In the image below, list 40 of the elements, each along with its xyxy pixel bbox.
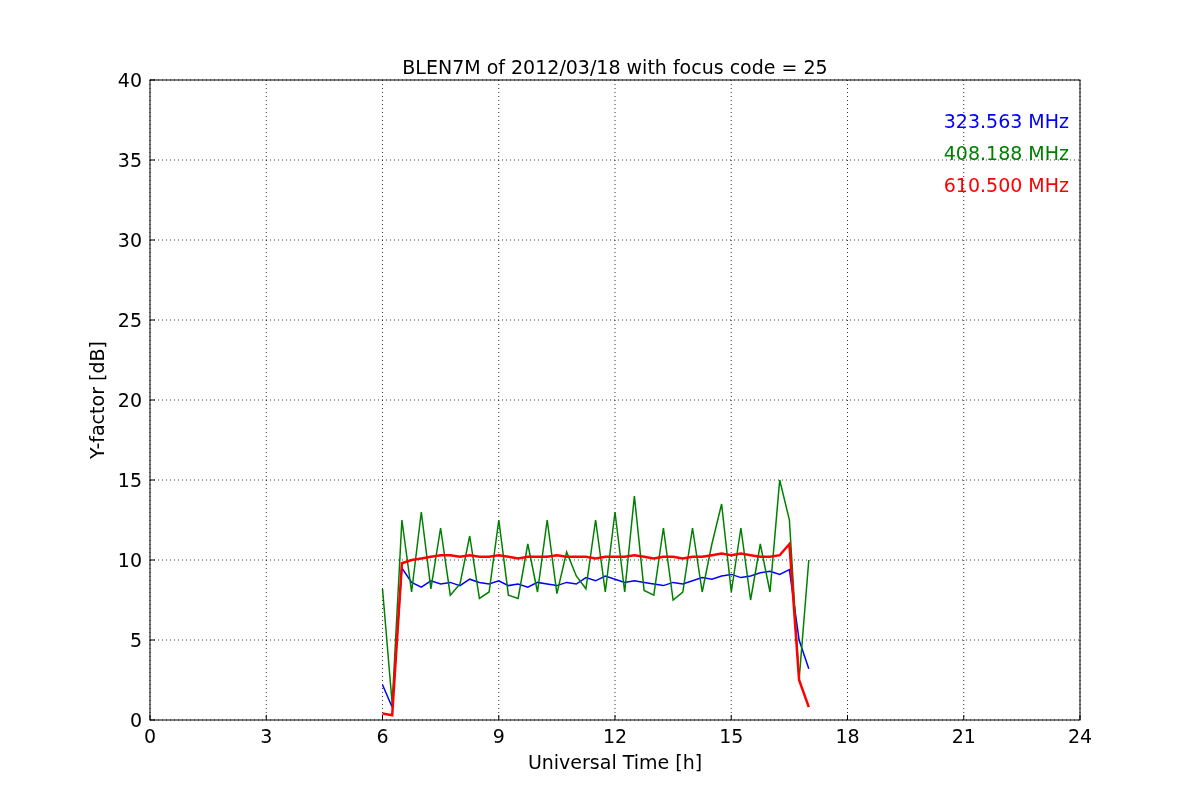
tick-mark (149, 559, 156, 561)
tick-mark (149, 639, 156, 641)
x-axis-label: Universal Time [h] (527, 751, 703, 773)
y-tick-label: 20 (117, 389, 142, 411)
x-tick-label: 0 (143, 725, 157, 747)
tick-mark (149, 159, 156, 161)
y-tick-label: 25 (117, 309, 142, 331)
x-tick-label: 21 (951, 725, 976, 747)
x-tick-label: 3 (260, 725, 273, 747)
tick-mark (963, 714, 965, 721)
y-axis-label: Y-factor [dB] (86, 341, 108, 459)
chart-title: BLEN7M of 2012/03/18 with focus code = 25 (402, 56, 828, 78)
tick-mark (149, 399, 156, 401)
y-tick-label: 40 (117, 69, 142, 91)
y-tick-label: 30 (117, 229, 142, 251)
x-tick-label: 24 (1067, 725, 1093, 747)
y-tick-label: 10 (117, 549, 142, 571)
legend-label: 610.500 MHz (943, 174, 1069, 196)
tick-mark (265, 714, 267, 721)
tick-mark (614, 714, 616, 721)
x-tick-label: 15 (719, 725, 744, 747)
y-tick-label: 5 (129, 629, 142, 651)
tick-mark (149, 319, 156, 321)
x-tick-label: 12 (602, 725, 628, 747)
tick-mark (382, 714, 383, 721)
tick-mark (149, 79, 156, 81)
tick-mark (498, 714, 500, 721)
x-tick-label: 18 (835, 725, 860, 747)
x-tick-label: 6 (376, 725, 389, 747)
tick-mark (1079, 714, 1081, 721)
legend-label: 323.563 MHz (943, 110, 1069, 132)
y-tick-label: 35 (117, 149, 142, 171)
legend-label: 408.188 MHz (943, 142, 1069, 164)
y-tick-label: 0 (129, 709, 142, 731)
tick-mark (847, 714, 848, 721)
x-tick-label: 9 (492, 725, 505, 747)
tick-mark (149, 239, 156, 241)
y-tick-label: 15 (117, 469, 142, 491)
tick-mark (149, 479, 156, 481)
tick-mark (730, 714, 732, 721)
